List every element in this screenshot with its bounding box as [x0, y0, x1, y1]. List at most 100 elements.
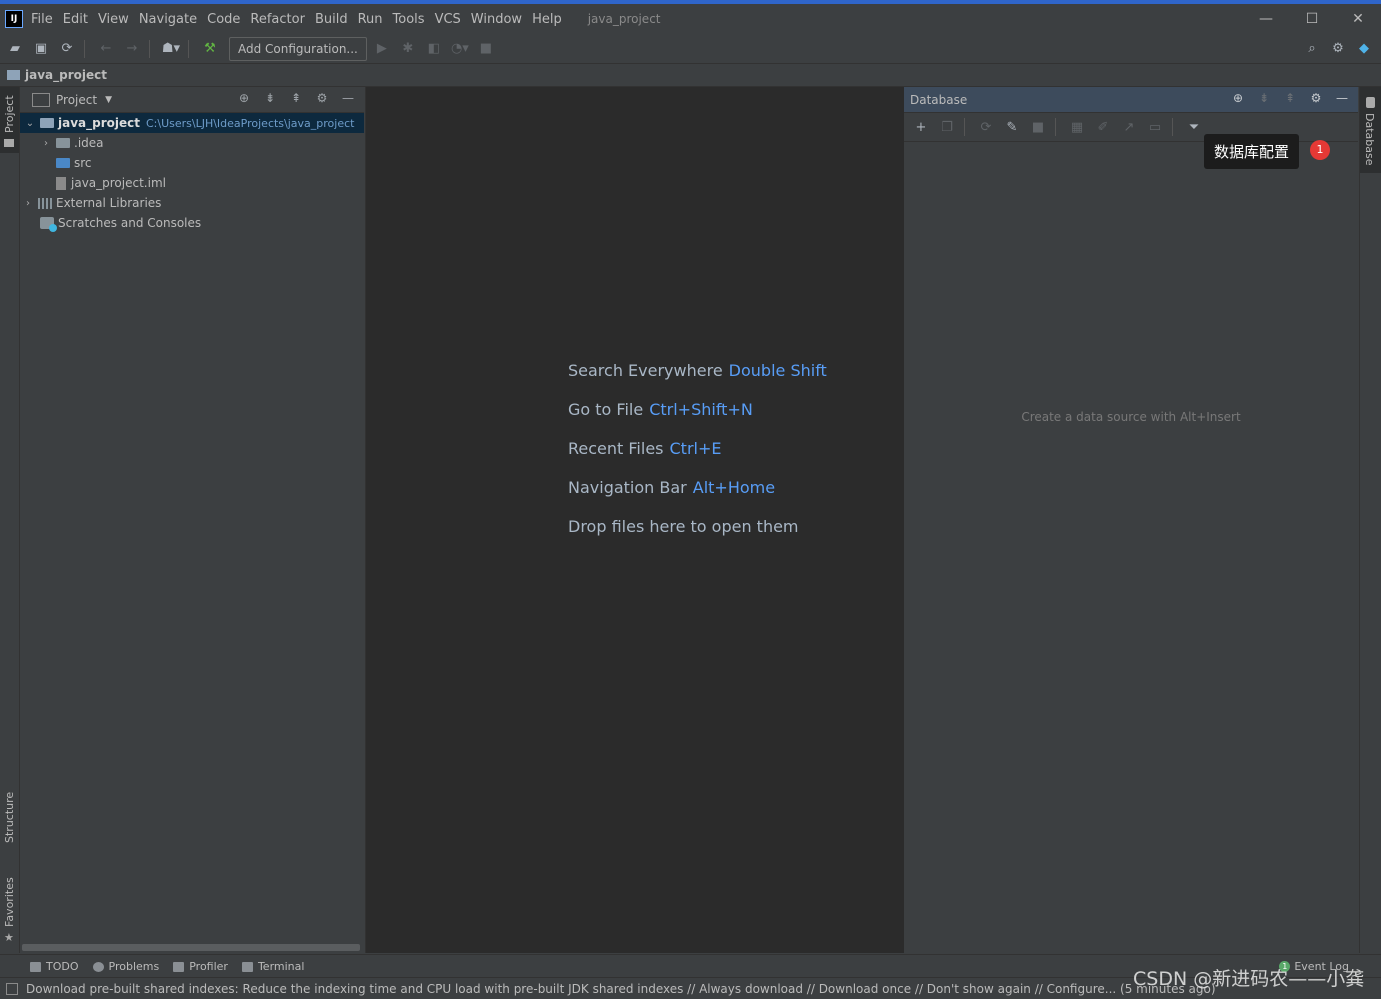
toolbar-divider	[964, 118, 965, 136]
close-button[interactable]: ✕	[1335, 4, 1381, 34]
terminal-tab-label: Terminal	[257, 960, 305, 973]
step-badge: 1	[1310, 140, 1330, 160]
profile-icon[interactable]: ◔▾	[449, 38, 471, 60]
menu-edit[interactable]: Edit	[63, 12, 88, 27]
problems-tab[interactable]: Problems	[92, 960, 160, 973]
tree-item-idea[interactable]: › .idea	[20, 133, 364, 153]
menu-tools[interactable]: Tools	[393, 12, 425, 27]
table-view-icon[interactable]: ▦	[1066, 116, 1088, 138]
maximize-button[interactable]: ☐	[1289, 4, 1335, 34]
collapse-all-icon[interactable]: ⇞	[1280, 91, 1300, 107]
database-empty-text: Create a data source with Alt+Insert	[1021, 410, 1241, 424]
duplicate-icon[interactable]: ❐	[936, 116, 958, 138]
todo-tab-label: TODO	[46, 960, 79, 973]
menu-code[interactable]: Code	[207, 12, 240, 27]
tree-item-label: .idea	[74, 136, 104, 150]
chevron-right-icon[interactable]: ›	[40, 138, 52, 149]
refresh-icon[interactable]: ⟳	[975, 116, 997, 138]
favorites-tool-tab[interactable]: Favorites ★	[0, 875, 19, 945]
star-icon: ★	[4, 931, 14, 944]
project-panel-title[interactable]: Project	[56, 93, 97, 107]
hide-minus-icon[interactable]: —	[1332, 91, 1352, 107]
tree-item-java-project[interactable]: ⌄ java_project C:\Users\LJH\IdeaProjects…	[20, 113, 364, 133]
open-folder-icon[interactable]: ▰	[4, 38, 26, 60]
tree-item-src[interactable]: src	[20, 153, 364, 173]
project-path: C:\Users\LJH\IdeaProjects\java_project	[145, 116, 355, 130]
toggle-tool-windows-icon[interactable]	[6, 982, 18, 995]
toolbar-divider	[1055, 118, 1056, 136]
properties-icon[interactable]: ✎	[1001, 116, 1023, 138]
menu-run[interactable]: Run	[358, 12, 383, 27]
sync-icon[interactable]: ⟳	[56, 38, 78, 60]
horizontal-scrollbar[interactable]	[22, 944, 360, 951]
filter-funnel-icon[interactable]: ⏷	[1183, 116, 1205, 138]
menu-view[interactable]: View	[98, 12, 129, 27]
profiler-icon	[173, 961, 185, 972]
database-panel-header: Database ⊕ ⇟ ⇞ ⚙ —	[904, 87, 1358, 113]
add-datasource-plus-icon[interactable]: +	[910, 116, 932, 138]
coverage-icon[interactable]: ◧	[423, 38, 445, 60]
chevron-down-icon[interactable]: ⌄	[24, 118, 36, 129]
breadcrumb-project[interactable]: java_project	[25, 68, 107, 82]
gear-icon[interactable]: ⚙	[312, 91, 332, 107]
menu-navigate[interactable]: Navigate	[139, 12, 197, 27]
collapse-all-icon[interactable]: ⇞	[286, 91, 306, 107]
console-icon[interactable]: ▭	[1144, 116, 1166, 138]
status-message[interactable]: Download pre-built shared indexes: Reduc…	[26, 982, 1216, 996]
hint-shortcut: Ctrl+Shift+N	[649, 400, 753, 419]
menu-vcs[interactable]: VCS	[435, 12, 461, 27]
menu-refactor[interactable]: Refactor	[250, 12, 305, 27]
tree-item-label: Scratches and Consoles	[58, 216, 202, 230]
user-dropdown-icon[interactable]: ☗▾	[160, 38, 182, 60]
todo-tab[interactable]: TODO	[30, 960, 79, 973]
project-folder-icon	[7, 70, 20, 80]
chevron-down-icon[interactable]: ▼	[105, 95, 112, 105]
menu-file[interactable]: File	[31, 12, 53, 27]
add-target-icon[interactable]: ⊕	[1228, 91, 1248, 107]
navigation-breadcrumb: java_project	[0, 64, 1381, 87]
hint-text: Search Everywhere	[568, 361, 723, 380]
menu-help[interactable]: Help	[532, 12, 562, 27]
profiler-tab[interactable]: Profiler	[173, 960, 228, 973]
forward-arrow-icon[interactable]: →	[121, 38, 143, 60]
project-tool-tab[interactable]: Project	[0, 87, 19, 153]
expand-all-icon[interactable]: ⇟	[260, 91, 280, 107]
locate-target-icon[interactable]: ⊕	[234, 91, 254, 107]
minimize-button[interactable]: —	[1243, 4, 1289, 34]
menu-window[interactable]: Window	[471, 12, 522, 27]
editor-empty-area: Search Everywhere Double Shift Go to File…	[365, 87, 905, 953]
back-arrow-icon[interactable]: ←	[95, 38, 117, 60]
database-tool-tab[interactable]: Database	[1360, 87, 1381, 173]
menu-build[interactable]: Build	[315, 12, 348, 27]
stop-icon[interactable]: ■	[1027, 116, 1049, 138]
settings-gear-icon[interactable]: ⚙	[1327, 37, 1349, 59]
toolbox-icon[interactable]: ◆	[1353, 37, 1375, 59]
todo-list-icon	[30, 961, 41, 972]
gear-icon[interactable]: ⚙	[1306, 91, 1326, 107]
tree-item-scratches[interactable]: Scratches and Consoles	[20, 213, 364, 233]
build-hammer-icon[interactable]: ⚒	[199, 38, 221, 60]
window-title: java_project	[587, 12, 661, 26]
terminal-tab[interactable]: Terminal	[241, 960, 305, 973]
project-view-icon	[32, 92, 50, 107]
add-configuration-button[interactable]: Add Configuration...	[229, 36, 367, 61]
hide-minus-icon[interactable]: —	[338, 91, 358, 107]
problems-tab-label: Problems	[108, 960, 160, 973]
chevron-right-icon[interactable]: ›	[22, 198, 34, 209]
jump-to-source-icon[interactable]: ↗	[1118, 116, 1140, 138]
tree-item-external-libraries[interactable]: › External Libraries	[20, 193, 364, 213]
database-config-tooltip: 数据库配置	[1204, 134, 1300, 169]
search-icon[interactable]: ⌕	[1301, 37, 1323, 59]
hint-shortcut: Alt+Home	[692, 478, 776, 497]
run-icon[interactable]: ▶	[371, 38, 393, 60]
structure-tool-tab[interactable]: Structure	[0, 787, 19, 859]
tree-item-iml[interactable]: java_project.iml	[20, 173, 364, 193]
expand-all-icon[interactable]: ⇟	[1254, 91, 1274, 107]
left-tool-stripe: Project Structure Favorites ★	[0, 87, 20, 953]
debug-icon[interactable]: ✱	[397, 38, 419, 60]
library-icon	[38, 197, 52, 209]
stop-icon[interactable]: ■	[475, 38, 497, 60]
hint-navigation-bar: Navigation Bar Alt+Home	[568, 478, 775, 497]
edit-pencil-icon[interactable]: ✐	[1092, 116, 1114, 138]
save-icon[interactable]: ▣	[30, 38, 52, 60]
